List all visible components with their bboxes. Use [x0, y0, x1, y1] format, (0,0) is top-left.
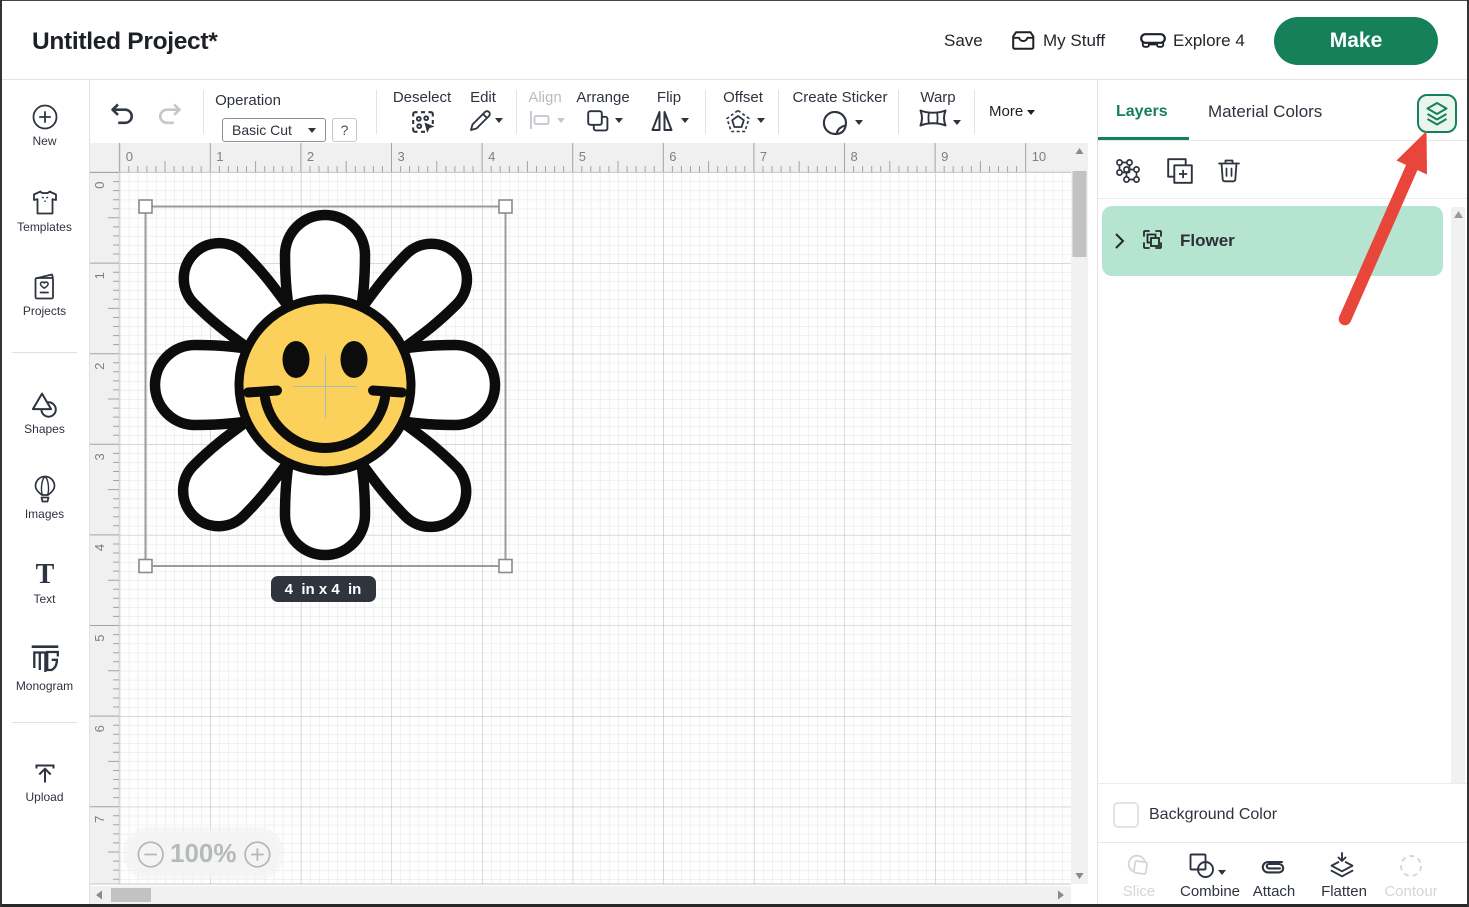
svg-text:6: 6 — [92, 725, 107, 732]
svg-text:4: 4 — [488, 149, 495, 164]
svg-text:8: 8 — [851, 149, 858, 164]
svg-text:4 in x 4 in: 4 in x 4 in — [285, 581, 362, 598]
svg-text:10: 10 — [1032, 149, 1046, 164]
svg-text:7: 7 — [92, 816, 107, 823]
svg-text:1: 1 — [216, 149, 223, 164]
svg-text:5: 5 — [579, 149, 586, 164]
svg-text:5: 5 — [92, 635, 107, 642]
svg-text:9: 9 — [941, 149, 948, 164]
svg-text:2: 2 — [307, 149, 314, 164]
svg-text:3: 3 — [398, 149, 405, 164]
svg-text:6: 6 — [669, 149, 676, 164]
svg-text:0: 0 — [126, 149, 133, 164]
svg-text:2: 2 — [92, 363, 107, 370]
svg-text:100%: 100% — [170, 838, 237, 868]
svg-text:7: 7 — [760, 149, 767, 164]
svg-text:0: 0 — [92, 182, 107, 189]
svg-text:4: 4 — [92, 544, 107, 551]
svg-text:T: T — [35, 561, 54, 588]
svg-text:1: 1 — [92, 272, 107, 279]
svg-text:3: 3 — [92, 453, 107, 460]
